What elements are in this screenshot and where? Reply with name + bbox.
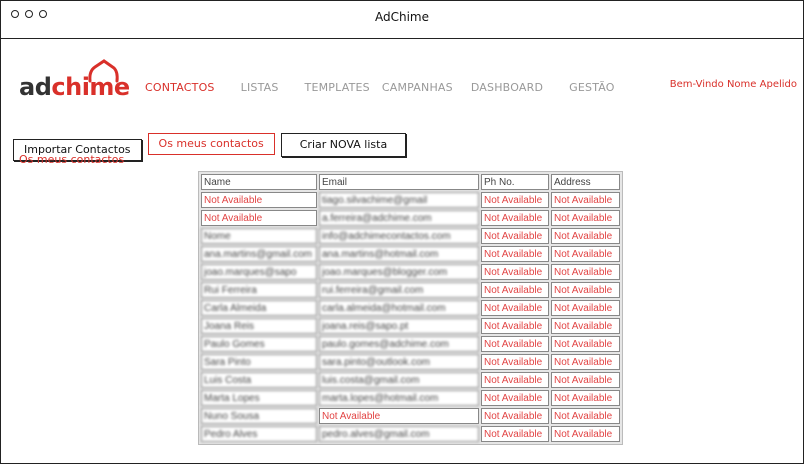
logo-text-ad: ad — [19, 73, 52, 101]
cell-name: Nuno Sousa — [201, 408, 317, 424]
cell-name: Not Available — [201, 192, 317, 208]
cell-phone: Not Available — [481, 354, 549, 370]
cell-address: Not Available — [551, 426, 620, 442]
cell-phone: Not Available — [481, 192, 549, 208]
cell-address: Not Available — [551, 390, 620, 406]
cell-name: Joana Reis — [201, 318, 317, 334]
cell-name: joao.marques@sapo — [201, 264, 317, 280]
cell-address: Not Available — [551, 264, 620, 280]
cell-name: Luis Costa — [201, 372, 317, 388]
cell-phone: Not Available — [481, 210, 549, 226]
cell-phone: Not Available — [481, 282, 549, 298]
cell-name: Carla Almeida — [201, 300, 317, 316]
cell-email: ana.martins@hotmail.com — [319, 246, 479, 262]
cell-name: Pedro Alves — [201, 426, 317, 442]
cell-email: rui.ferreira@gmail.com — [319, 282, 479, 298]
cell-email: marta.lopes@hotmail.com — [319, 390, 479, 406]
welcome-message[interactable]: Bem-Vindo Nome Apelido — [670, 79, 797, 90]
my-contacts-button[interactable]: Os meus contactos — [147, 133, 275, 155]
cell-phone: Not Available — [481, 408, 549, 424]
table-header-row: Name Email Ph No. Address — [201, 174, 620, 190]
cell-email: tiago.silvachime@gmail — [319, 192, 479, 208]
cell-email: luis.costa@gmail.com — [319, 372, 479, 388]
create-new-list-button[interactable]: Criar NOVA lista — [280, 133, 407, 157]
title-bar: AdChime — [1, 1, 803, 39]
table-row[interactable]: Pedro Alves pedro.alves@gmail.com Not Avai… — [201, 426, 620, 442]
column-header-phone: Ph No. — [481, 174, 549, 190]
cell-email: pedro.alves@gmail.com — [319, 426, 479, 442]
cell-address: Not Available — [551, 210, 620, 226]
table-row[interactable]: Not Available tiago.silvachime@gmail Not A… — [201, 192, 620, 208]
column-header-address: Address — [551, 174, 620, 190]
table-row[interactable]: Joana Reis joana.reis@sapo.pt Not Availabl… — [201, 318, 620, 334]
cell-address: Not Available — [551, 282, 620, 298]
window-title: AdChime — [374, 10, 429, 24]
cell-address: Not Available — [551, 246, 620, 262]
cell-address: Not Available — [551, 228, 620, 244]
cell-email: joao.marques@blogger.com — [319, 264, 479, 280]
nav-item-dashboard[interactable]: DASHBOARD — [471, 81, 543, 94]
cell-phone: Not Available — [481, 300, 549, 316]
cell-address: Not Available — [551, 336, 620, 352]
column-header-email: Email — [319, 174, 479, 190]
cell-name: Rui Ferreira — [201, 282, 317, 298]
table-row[interactable]: Sara Pinto sara.pinto@outlook.com Not Avai… — [201, 354, 620, 370]
cell-email: info@adchimecontactos.com — [319, 228, 479, 244]
cell-name: Marta Lopes — [201, 390, 317, 406]
table-body: Not Available tiago.silvachime@gmail Not A… — [201, 192, 620, 442]
nav-item-contactos[interactable]: CONTACTOS — [145, 81, 215, 94]
cell-phone: Not Available — [481, 426, 549, 442]
table-row[interactable]: Nome info@adchimecontactos.com Not Availab… — [201, 228, 620, 244]
cell-phone: Not Available — [481, 228, 549, 244]
cell-name: Nome — [201, 228, 317, 244]
table-row[interactable]: joao.marques@sapo joao.marques@blogger.co… — [201, 264, 620, 280]
cell-phone: Not Available — [481, 246, 549, 262]
column-header-name: Name — [201, 174, 317, 190]
cell-name: Sara Pinto — [201, 354, 317, 370]
contacts-table: Name Email Ph No. Address Not Available t… — [198, 171, 623, 445]
cell-phone: Not Available — [481, 264, 549, 280]
cell-address: Not Available — [551, 318, 620, 334]
adchime-logo[interactable]: ad chime — [19, 59, 130, 101]
table-row[interactable]: ana.martins@gmail.com ana.martins@hotmail… — [201, 246, 620, 262]
cell-email: paulo.gomes@adchime.com — [319, 336, 479, 352]
cell-email: joana.reis@sapo.pt — [319, 318, 479, 334]
cell-phone: Not Available — [481, 336, 549, 352]
cell-phone: Not Available — [481, 318, 549, 334]
cell-address: Not Available — [551, 354, 620, 370]
cell-address: Not Available — [551, 192, 620, 208]
cell-name: ana.martins@gmail.com — [201, 246, 317, 262]
section-title: Os meus contactos — [19, 153, 125, 166]
table-row[interactable]: Carla Almeida carla.almeida@hotmail.com No… — [201, 300, 620, 316]
table-row[interactable]: Luis Costa luis.costa@gmail.com Not Availa… — [201, 372, 620, 388]
main-nav: CONTACTOS LISTAS TEMPLATES CAMPANHAS DAS… — [145, 81, 641, 94]
contacts-table-wrapper: Name Email Ph No. Address Not Available t… — [198, 171, 623, 445]
table-row[interactable]: Not Available a.ferreira@adchime.com Not A… — [201, 210, 620, 226]
table-row[interactable]: Nuno Sousa Not Available Not Available Not … — [201, 408, 620, 424]
cell-email: a.ferreira@adchime.com — [319, 210, 479, 226]
nav-item-campanhas[interactable]: CAMPANHAS — [382, 81, 453, 94]
nav-item-templates[interactable]: TEMPLATES — [305, 81, 370, 94]
table-row[interactable]: Rui Ferreira rui.ferreira@gmail.com Not Av… — [201, 282, 620, 298]
nav-item-listas[interactable]: LISTAS — [241, 81, 279, 94]
table-row[interactable]: Paulo Gomes paulo.gomes@adchime.com Not Av… — [201, 336, 620, 352]
nav-item-gestao[interactable]: GESTÃO — [569, 81, 615, 94]
cell-address: Not Available — [551, 372, 620, 388]
cell-email: sara.pinto@outlook.com — [319, 354, 479, 370]
app-window: AdChime ad chime CONTACTOS LISTAS TEMPLAT… — [0, 0, 804, 464]
house-icon — [88, 59, 119, 83]
cell-phone: Not Available — [481, 372, 549, 388]
cell-email: carla.almeida@hotmail.com — [319, 300, 479, 316]
cell-name: Not Available — [201, 210, 317, 226]
cell-address: Not Available — [551, 408, 620, 424]
cell-address: Not Available — [551, 300, 620, 316]
cell-email: Not Available — [319, 408, 479, 424]
cell-phone: Not Available — [481, 390, 549, 406]
cell-name: Paulo Gomes — [201, 336, 317, 352]
table-row[interactable]: Marta Lopes marta.lopes@hotmail.com Not Av… — [201, 390, 620, 406]
